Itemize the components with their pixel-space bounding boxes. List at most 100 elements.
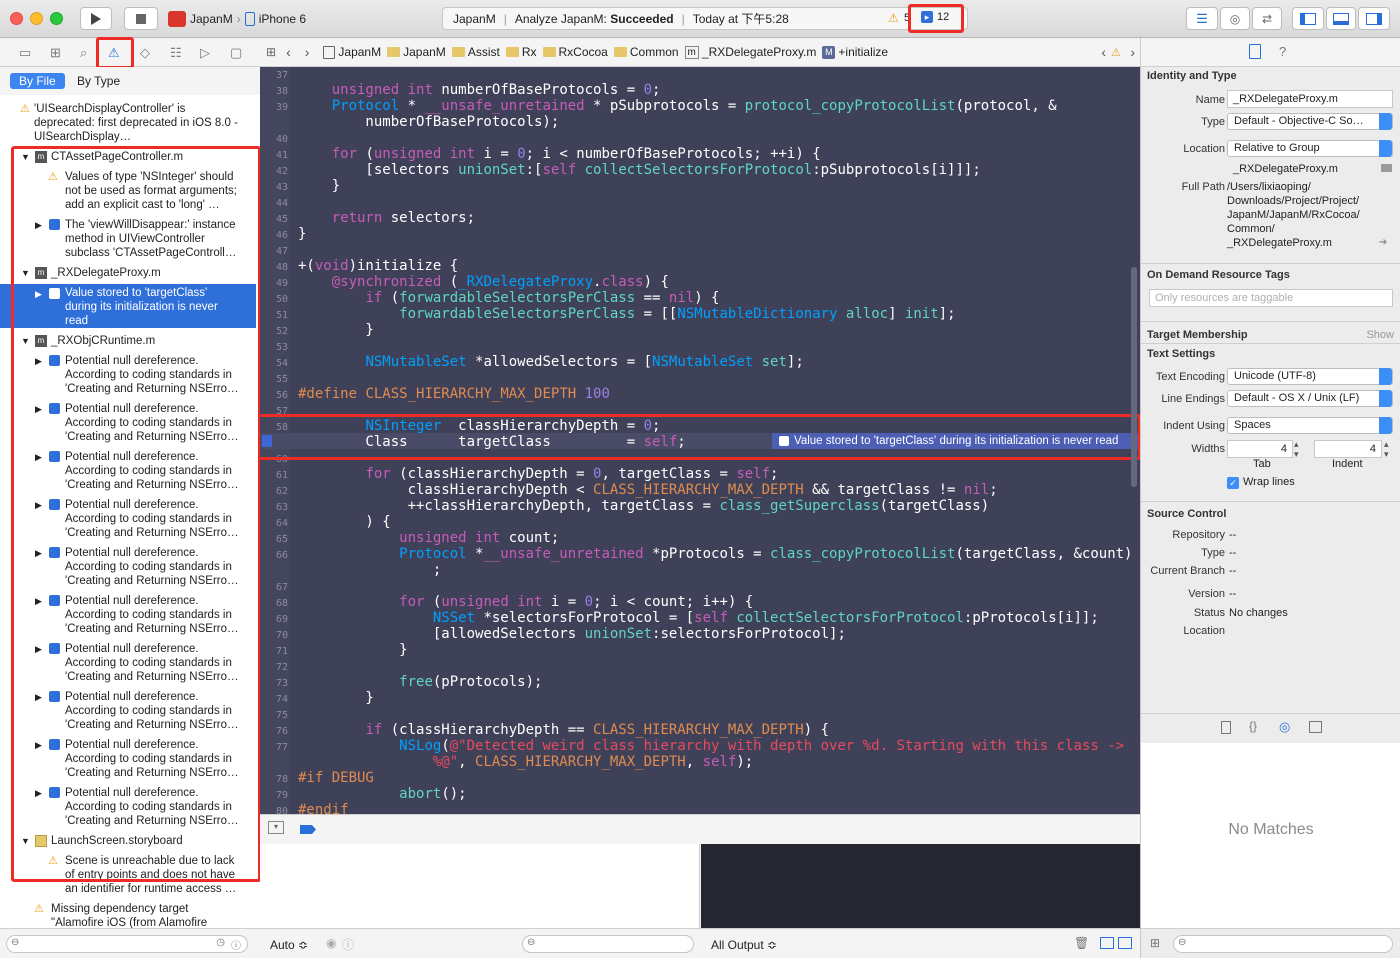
variables-filter-field[interactable]: ⊖ bbox=[522, 935, 694, 953]
code-line[interactable]: NSSet *selectorsForProtocol = [self coll… bbox=[298, 610, 1099, 626]
breadcrumb-group[interactable]: Common bbox=[613, 45, 679, 59]
hide-debug-area-icon[interactable]: ▾ bbox=[268, 821, 284, 834]
quick-help-icon[interactable]: ? bbox=[1279, 44, 1286, 59]
reveal-in-finder-icon[interactable]: ➔ bbox=[1379, 237, 1387, 248]
stepper-icon[interactable]: ▴ ▾ bbox=[1294, 439, 1299, 459]
next-issue-button[interactable]: › bbox=[1130, 44, 1135, 60]
back-button[interactable]: ‹ bbox=[286, 44, 291, 60]
code-line[interactable]: } bbox=[298, 226, 306, 242]
stop-button[interactable] bbox=[124, 7, 158, 30]
grid-view-icon[interactable]: ⊞ bbox=[1150, 936, 1160, 950]
code-line[interactable]: NSLog(@"Detected weird class hierarchy w… bbox=[298, 738, 1124, 754]
code-line[interactable]: Protocol * __unsafe_unretained * pSubpro… bbox=[298, 98, 1057, 114]
navigator-filter-field[interactable]: ⊖ ◷ ⓘ bbox=[6, 935, 248, 953]
info-icon[interactable]: ⓘ bbox=[342, 936, 354, 953]
folder-icon[interactable]: ▭ bbox=[19, 45, 31, 61]
warning-icon[interactable]: ⚠ bbox=[1111, 46, 1121, 59]
indent-using-popup[interactable]: Spaces bbox=[1227, 417, 1393, 434]
editor-scrollbar[interactable] bbox=[1131, 267, 1137, 487]
file-inspector-icon[interactable] bbox=[1249, 44, 1261, 59]
library-filter-field[interactable]: ⊖ bbox=[1173, 935, 1393, 953]
breadcrumb-group[interactable]: RxCocoa bbox=[542, 45, 608, 59]
forward-button[interactable]: › bbox=[305, 44, 310, 60]
variables-scope-popup[interactable]: Auto ≎ bbox=[270, 938, 308, 952]
zoom-window-button[interactable] bbox=[50, 12, 63, 25]
run-button[interactable] bbox=[80, 7, 112, 30]
code-line[interactable]: for (classHierarchyDepth = 0, targetClas… bbox=[298, 466, 778, 482]
close-window-button[interactable] bbox=[10, 12, 23, 25]
related-items-icon[interactable]: ⊞ bbox=[266, 45, 276, 59]
breakpoint-navigator-icon[interactable]: ▷ bbox=[200, 45, 210, 61]
breakpoint-toggle-icon[interactable] bbox=[300, 825, 316, 834]
name-field[interactable]: _RXDelegateProxy.m bbox=[1227, 90, 1393, 108]
folder-icon[interactable] bbox=[1381, 164, 1392, 172]
report-navigator-icon[interactable]: ▢ bbox=[230, 45, 242, 61]
object-library[interactable]: No Matches bbox=[1141, 743, 1400, 928]
assistant-editor-button[interactable]: ◎ bbox=[1220, 7, 1250, 30]
code-line[interactable]: @synchronized (_RXDelegateProxy.class) { bbox=[298, 274, 669, 290]
split-view-right-icon[interactable] bbox=[1118, 937, 1132, 949]
code-line[interactable]: ; bbox=[298, 562, 441, 578]
indent-width-field[interactable]: 4 bbox=[1314, 440, 1382, 458]
code-snippet-icon[interactable]: {} bbox=[1249, 719, 1257, 733]
minimize-window-button[interactable] bbox=[30, 12, 43, 25]
media-library-icon[interactable] bbox=[1309, 721, 1322, 733]
list-item[interactable]: ⚠ 'UISearchDisplayController' is depreca… bbox=[20, 102, 244, 144]
tab-width-field[interactable]: 4 bbox=[1227, 440, 1293, 458]
test-navigator-icon[interactable]: ◇ bbox=[140, 45, 150, 61]
scheme-selector[interactable]: JapanM › iPhone 6 bbox=[168, 7, 306, 30]
line-endings-popup[interactable]: Default - OS X / Unix (LF) bbox=[1227, 390, 1393, 407]
breadcrumb-project[interactable]: JapanM bbox=[323, 45, 381, 59]
code-line[interactable]: forwardableSelectorsPerClass = [[NSMutab… bbox=[298, 306, 955, 322]
breadcrumb-method[interactable]: M +initialize bbox=[822, 45, 888, 59]
location-popup[interactable]: Relative to Group bbox=[1227, 140, 1393, 157]
code-line[interactable]: } bbox=[298, 178, 340, 194]
code-line[interactable]: for (unsigned int i = 0; i < count; i++)… bbox=[298, 594, 753, 610]
wrap-lines-checkbox[interactable]: ✓ bbox=[1227, 477, 1239, 489]
file-type-popup[interactable]: Default - Objective-C So… bbox=[1227, 113, 1393, 130]
split-view-left-icon[interactable] bbox=[1100, 937, 1114, 949]
code-line[interactable]: abort(); bbox=[298, 786, 466, 802]
file-template-icon[interactable] bbox=[1221, 721, 1231, 734]
code-line[interactable]: +(void)initialize { bbox=[298, 258, 458, 274]
object-library-icon[interactable]: ◎ bbox=[1279, 719, 1290, 735]
variables-view[interactable] bbox=[260, 844, 700, 928]
code-line[interactable]: } bbox=[298, 322, 373, 338]
code-line[interactable]: ) { bbox=[298, 514, 390, 530]
toggle-debug-area-button[interactable] bbox=[1326, 7, 1356, 30]
breadcrumb-group[interactable]: Rx bbox=[505, 45, 537, 59]
code-line[interactable]: numberOfBaseProtocols); bbox=[298, 114, 559, 130]
breadcrumb-group[interactable]: JapanM bbox=[387, 45, 446, 59]
source-editor[interactable]: 37 38 39 40 41 42 43 44 45 46 47 48 49 50 51 52 53 54 55 56… bbox=[260, 67, 1140, 814]
code-line[interactable]: #define CLASS_HIERARCHY_MAX_DEPTH 100 bbox=[298, 386, 610, 402]
encoding-popup[interactable]: Unicode (UTF-8) bbox=[1227, 368, 1393, 385]
target-show-button[interactable]: Show bbox=[1366, 329, 1394, 341]
debug-navigator-icon[interactable]: ☷ bbox=[170, 45, 182, 61]
code-line[interactable]: classHierarchyDepth < CLASS_HIERARCHY_MA… bbox=[298, 482, 998, 498]
trash-icon[interactable]: 🗑 bbox=[1074, 936, 1089, 950]
code-line[interactable]: [selectors unionSet:[self collectSelecto… bbox=[298, 162, 980, 178]
filter-by-file-button[interactable]: By File bbox=[10, 73, 65, 89]
stepper-icon[interactable]: ▴ ▾ bbox=[1384, 439, 1389, 459]
warning-icon[interactable]: ⚠ bbox=[888, 11, 899, 25]
code-line[interactable]: NSMutableSet *allowedSelectors = [NSMuta… bbox=[298, 354, 803, 370]
code-line[interactable]: ++classHierarchyDepth, targetClass = cla… bbox=[298, 498, 990, 514]
code-line[interactable]: unsigned int count; bbox=[298, 530, 559, 546]
console-output[interactable] bbox=[701, 844, 1140, 928]
console-output-popup[interactable]: All Output ≎ bbox=[711, 938, 777, 952]
code-line[interactable]: unsigned int numberOfBaseProtocols = 0; bbox=[298, 82, 661, 98]
filter-by-type-button[interactable]: By Type bbox=[77, 74, 120, 88]
code-line[interactable]: free(pProtocols); bbox=[298, 674, 542, 690]
code-line[interactable]: [allowedSelectors unionSet:selectorsForP… bbox=[298, 626, 846, 642]
breadcrumb-group[interactable]: Assist bbox=[451, 45, 500, 59]
code-line[interactable]: if (classHierarchyDepth == CLASS_HIERARC… bbox=[298, 722, 829, 738]
version-editor-button[interactable]: ⇄ bbox=[1252, 7, 1282, 30]
quick-look-icon[interactable]: ◉ bbox=[326, 936, 336, 950]
code-line[interactable]: #if DEBUG bbox=[298, 770, 374, 786]
toggle-inspector-button[interactable] bbox=[1358, 7, 1390, 30]
code-line[interactable]: if (forwardableSelectorsPerClass == nil)… bbox=[298, 290, 719, 306]
standard-editor-button[interactable]: ☰ bbox=[1186, 7, 1218, 30]
code-line[interactable]: #endif bbox=[298, 802, 349, 814]
code-line[interactable]: return selectors; bbox=[298, 210, 475, 226]
symbol-navigator-icon[interactable]: ⊞ bbox=[50, 45, 61, 61]
